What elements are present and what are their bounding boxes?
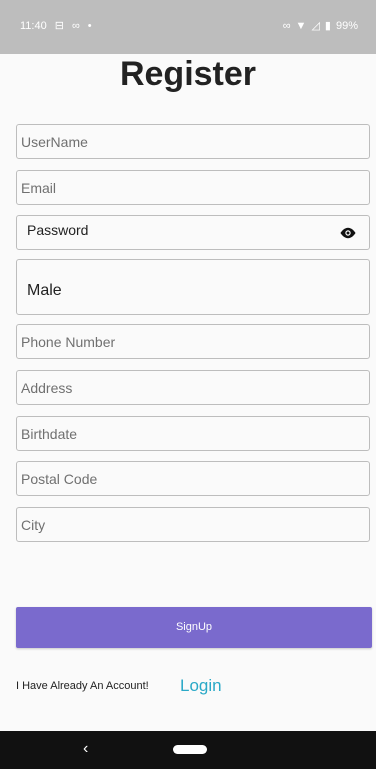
phone-placeholder: Phone Number (21, 334, 116, 350)
postal-code-placeholder: Postal Code (21, 471, 98, 487)
phone-field[interactable]: Phone Number (16, 324, 370, 359)
birthdate-field[interactable]: Birthdate (16, 416, 370, 451)
battery-percent: 99% (335, 20, 358, 32)
gender-value: Male (27, 282, 62, 299)
sim-icon: ⊟ (54, 20, 64, 32)
city-field[interactable]: City (16, 507, 370, 542)
home-pill-icon[interactable] (173, 745, 207, 754)
battery-icon: ▮ (324, 20, 331, 32)
page-title: Register (119, 55, 257, 93)
city-placeholder: City (21, 517, 46, 533)
gender-select[interactable]: Male (16, 259, 370, 315)
voicemail-icon: ∞ (71, 20, 80, 32)
password-placeholder: Password (27, 222, 89, 238)
signal-icon: ◿ (311, 20, 320, 32)
email-placeholder: Email (21, 180, 57, 196)
signup-button[interactable]: SignUp (16, 607, 372, 648)
address-placeholder: Address (21, 380, 73, 396)
username-placeholder: UserName (21, 134, 88, 150)
address-field[interactable]: Address (16, 370, 370, 405)
back-icon[interactable]: ‹ (83, 740, 88, 758)
birthdate-placeholder: Birthdate (21, 426, 78, 442)
status-bar: 11:40 ⊟ ∞ • ∞ ▼ ◿ ▮ 99% (0, 0, 376, 54)
email-field[interactable]: Email (16, 170, 370, 205)
eye-icon[interactable] (339, 226, 357, 240)
navigation-bar: ‹ (0, 731, 376, 769)
status-time: 11:40 (20, 20, 47, 32)
password-field[interactable]: Password (16, 215, 370, 250)
dot-icon: • (87, 20, 92, 32)
username-field[interactable]: UserName (16, 124, 370, 159)
link-icon: ∞ (282, 20, 291, 32)
account-prompt: I Have Already An Account! (16, 680, 149, 692)
postal-code-field[interactable]: Postal Code (16, 461, 370, 496)
login-link[interactable]: Login (180, 676, 222, 696)
wifi-icon: ▼ (295, 20, 307, 32)
